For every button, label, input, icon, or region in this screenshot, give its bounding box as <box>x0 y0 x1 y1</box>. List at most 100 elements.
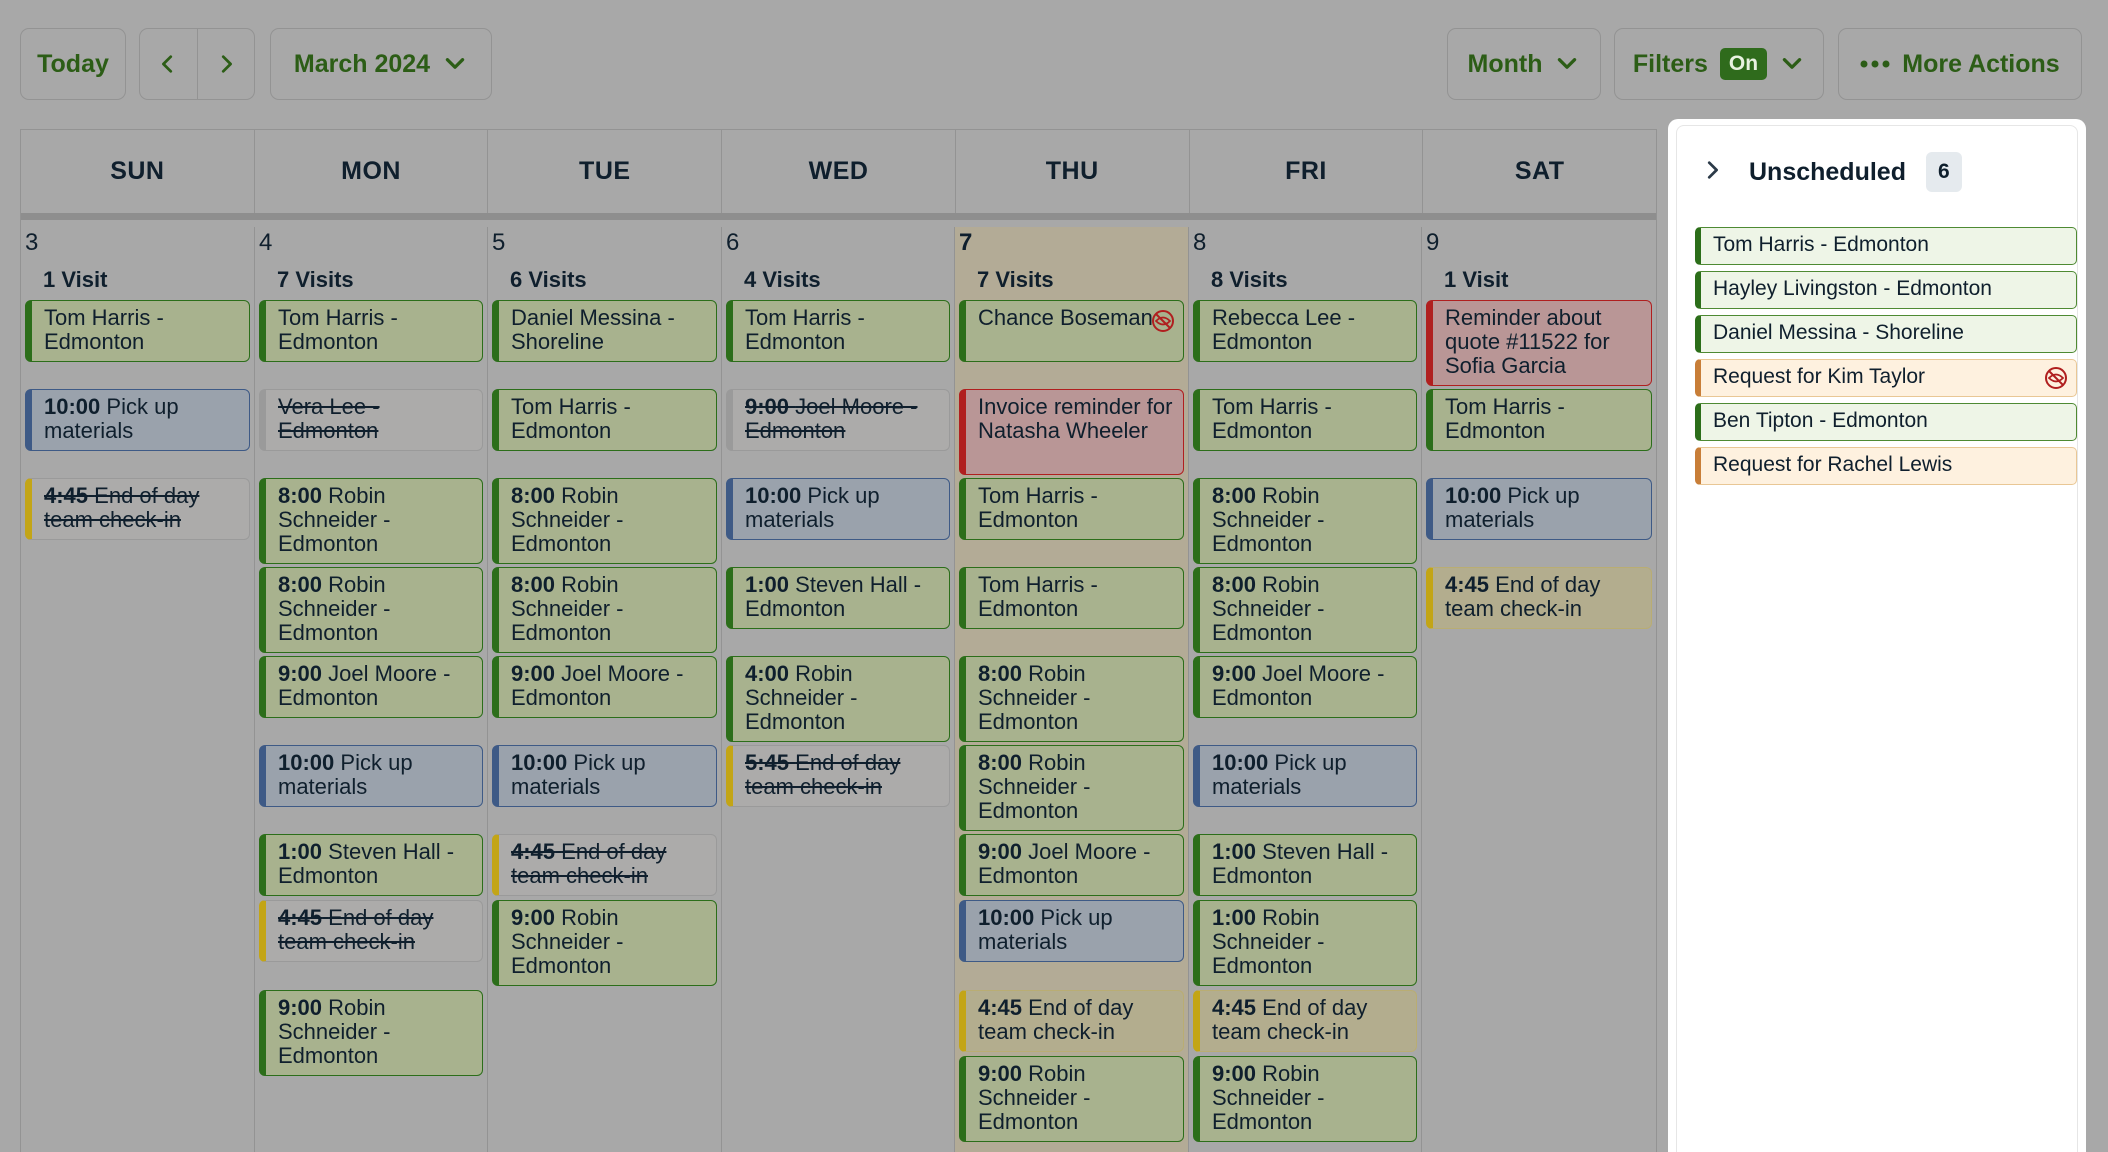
calendar-event[interactable]: 8:00 Robin Schneider - Edmonton <box>959 745 1184 831</box>
today-button[interactable]: Today <box>20 28 126 100</box>
unscheduled-item[interactable]: Hayley Livingston - Edmonton <box>1695 271 2077 309</box>
visit-count: 4 Visits <box>744 267 821 292</box>
calendar-event[interactable]: 8:00 Robin Schneider - Edmonton <box>492 478 717 564</box>
calendar-event[interactable]: 8:00 Robin Schneider - Edmonton <box>259 478 483 564</box>
hidden-eye-icon <box>1151 309 1175 333</box>
calendar-event[interactable]: 8:00 Robin Schneider - Edmonton <box>959 656 1184 742</box>
unscheduled-request-item[interactable]: Request for Kim Taylor <box>1695 359 2077 397</box>
calendar-event[interactable]: 9:00 Robin Schneider - Edmonton <box>259 990 483 1076</box>
more-actions-label: More Actions <box>1902 49 2060 78</box>
calendar-event[interactable]: Tom Harris - Edmonton <box>726 300 950 362</box>
calendar-event[interactable]: 10:00 Pick up materials <box>726 478 950 540</box>
weekday-wed: WED <box>722 130 956 213</box>
visit-count: 8 Visits <box>1211 267 1288 292</box>
today-label: Today <box>37 49 109 78</box>
weekday-header-row: SUN MON TUE WED THU FRI SAT <box>21 130 1656 220</box>
calendar-event[interactable]: 9:00 Robin Schneider - Edmonton <box>959 1056 1184 1142</box>
previous-month-button[interactable] <box>140 29 198 99</box>
unscheduled-item[interactable]: Ben Tipton - Edmonton <box>1695 403 2077 441</box>
calendar-event-task[interactable]: 4:45 End of day team check-in <box>959 990 1184 1052</box>
chevron-right-icon[interactable] <box>1701 159 1723 186</box>
calendar-event[interactable]: Tom Harris - Edmonton <box>259 300 483 362</box>
calendar-event[interactable]: 10:00 Pick up materials <box>1193 745 1417 807</box>
calendar-event-completed[interactable]: 4:45 End of day team check-in <box>492 834 717 896</box>
view-select-button[interactable]: Month <box>1447 28 1601 100</box>
calendar-event[interactable]: Tom Harris - Edmonton <box>25 300 250 362</box>
filters-status-badge: On <box>1719 48 1768 80</box>
day-cell-5[interactable]: 5 6 Visits Daniel Messina - Shoreline To… <box>488 227 722 1152</box>
calendar-event-quote-reminder[interactable]: Reminder about quote #11522 for Sofia Ga… <box>1426 300 1652 386</box>
calendar-event[interactable]: 4:00 Robin Schneider - Edmonton <box>726 656 950 742</box>
weekday-thu: THU <box>956 130 1190 213</box>
day-cell-6[interactable]: 6 4 Visits Tom Harris - Edmonton 9:00 Jo… <box>722 227 955 1152</box>
calendar-event[interactable]: 9:00 Joel Moore - Edmonton <box>959 834 1184 896</box>
more-actions-button[interactable]: More Actions <box>1838 28 2082 100</box>
calendar-event-task[interactable]: 4:45 End of day team check-in <box>1426 567 1652 629</box>
visit-count: 1 Visit <box>1444 267 1509 292</box>
month-picker-button[interactable]: March 2024 <box>270 28 492 100</box>
unscheduled-panel-frame: Unscheduled 6 Tom Harris - Edmonton Hayl… <box>1676 125 2078 1152</box>
chevron-down-icon <box>1779 51 1805 77</box>
calendar-event[interactable]: Daniel Messina - Shoreline <box>492 300 717 362</box>
visit-count: 1 Visit <box>43 267 108 292</box>
calendar-event-completed[interactable]: 5:45 End of day team check-in <box>726 745 950 807</box>
next-month-button[interactable] <box>198 29 255 99</box>
calendar-event[interactable]: 10:00 Pick up materials <box>492 745 717 807</box>
calendar-event[interactable]: 1:00 Steven Hall - Edmonton <box>726 567 950 629</box>
unscheduled-request-item[interactable]: Request for Rachel Lewis <box>1695 447 2077 485</box>
day-cell-3[interactable]: 3 1 Visit Tom Harris - Edmonton 10:00 Pi… <box>21 227 255 1152</box>
calendar-event[interactable]: 10:00 Pick up materials <box>25 389 250 451</box>
calendar-event[interactable]: 8:00 Robin Schneider - Edmonton <box>1193 478 1417 564</box>
month-picker-label: March 2024 <box>293 49 431 78</box>
visit-count: 7 Visits <box>977 267 1054 292</box>
calendar-event[interactable]: 8:00 Robin Schneider - Edmonton <box>492 567 717 653</box>
calendar-event-task[interactable]: 4:45 End of day team check-in <box>1193 990 1417 1052</box>
day-number: 3 <box>25 229 39 256</box>
visit-count: 6 Visits <box>510 267 587 292</box>
calendar-event[interactable]: 8:00 Robin Schneider - Edmonton <box>259 567 483 653</box>
day-cell-9[interactable]: 9 1 Visit Reminder about quote #11522 fo… <box>1422 227 1656 1152</box>
unscheduled-panel-header[interactable]: Unscheduled 6 <box>1701 152 1962 192</box>
filters-label: Filters <box>1632 49 1708 78</box>
day-cell-7-today[interactable]: 7 7 Visits Chance Boseman Invoice remind… <box>955 227 1189 1152</box>
calendar-event[interactable]: Tom Harris - Edmonton <box>959 478 1184 540</box>
calendar-event[interactable]: 8:00 Robin Schneider - Edmonton <box>1193 567 1417 653</box>
filters-button[interactable]: Filters On <box>1614 28 1824 100</box>
calendar-event[interactable]: 1:00 Steven Hall - Edmonton <box>259 834 483 896</box>
day-cell-8[interactable]: 8 8 Visits Rebecca Lee - Edmonton Tom Ha… <box>1189 227 1422 1152</box>
day-number: 4 <box>259 229 273 256</box>
calendar-event-completed[interactable]: 4:45 End of day team check-in <box>25 478 250 540</box>
calendar-event[interactable]: 9:00 Joel Moore - Edmonton <box>259 656 483 718</box>
calendar-event-completed[interactable]: Vera Lee - Edmonton <box>259 389 483 451</box>
calendar-event[interactable]: 10:00 Pick up materials <box>959 900 1184 962</box>
day-number: 5 <box>492 229 506 256</box>
unscheduled-title: Unscheduled <box>1749 157 1906 186</box>
unscheduled-item[interactable]: Tom Harris - Edmonton <box>1695 227 2077 265</box>
calendar-event[interactable]: 10:00 Pick up materials <box>259 745 483 807</box>
day-number: 9 <box>1426 229 1440 256</box>
calendar-event[interactable]: 10:00 Pick up materials <box>1426 478 1652 540</box>
weekday-mon: MON <box>255 130 489 213</box>
unscheduled-item[interactable]: Daniel Messina - Shoreline <box>1695 315 2077 353</box>
chevron-right-icon <box>221 55 232 73</box>
calendar-event-invoice-reminder[interactable]: Invoice reminder for Natasha Wheeler <box>959 389 1184 475</box>
calendar-event[interactable]: Chance Boseman <box>959 300 1184 362</box>
calendar-event-completed[interactable]: 4:45 End of day team check-in <box>259 900 483 962</box>
calendar-event-completed[interactable]: 9:00 Joel Moore - Edmonton <box>726 389 950 451</box>
calendar-event[interactable]: 1:00 Robin Schneider - Edmonton <box>1193 900 1417 986</box>
unscheduled-count-badge: 6 <box>1925 152 1962 192</box>
prev-next-group <box>139 28 255 100</box>
calendar-event[interactable]: 9:00 Robin Schneider - Edmonton <box>1193 1056 1417 1142</box>
calendar-event[interactable]: 9:00 Robin Schneider - Edmonton <box>492 900 717 986</box>
day-cell-4[interactable]: 4 7 Visits Tom Harris - Edmonton Vera Le… <box>255 227 488 1152</box>
calendar-event[interactable]: Tom Harris - Edmonton <box>959 567 1184 629</box>
calendar-event[interactable]: Rebecca Lee - Edmonton <box>1193 300 1417 362</box>
unscheduled-panel: Unscheduled 6 Tom Harris - Edmonton Hayl… <box>1668 119 2086 1152</box>
calendar-event[interactable]: Tom Harris - Edmonton <box>1193 389 1417 451</box>
calendar-event[interactable]: Tom Harris - Edmonton <box>1426 389 1652 451</box>
calendar-event[interactable]: 9:00 Joel Moore - Edmonton <box>1193 656 1417 718</box>
calendar-event[interactable]: 1:00 Steven Hall - Edmonton <box>1193 834 1417 896</box>
calendar-event[interactable]: 9:00 Joel Moore - Edmonton <box>492 656 717 718</box>
calendar-event[interactable]: Tom Harris - Edmonton <box>492 389 717 451</box>
chevron-down-icon <box>1554 51 1580 77</box>
